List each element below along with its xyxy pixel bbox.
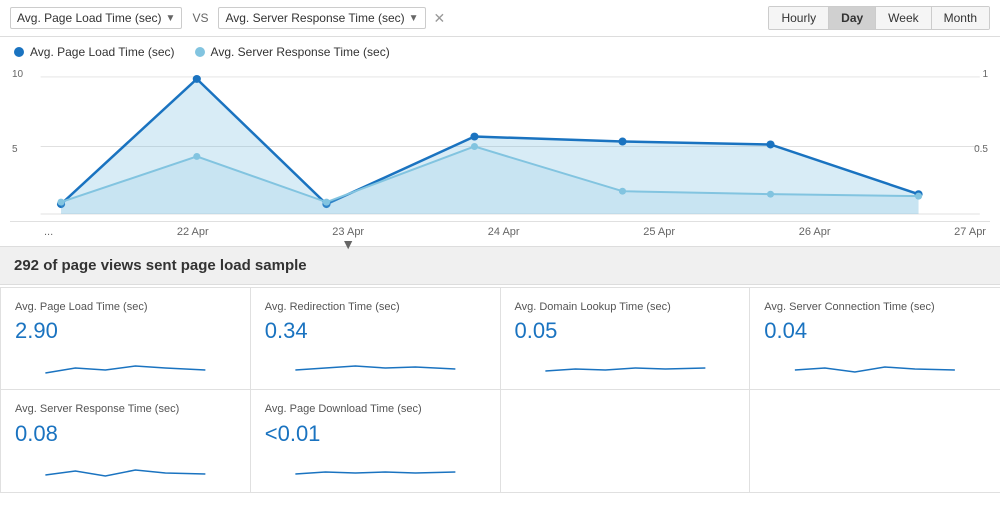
metric1-chevron-icon: ▼: [166, 13, 176, 24]
metric2-label: Avg. Server Response Time (sec): [225, 11, 404, 25]
vs-label: VS: [188, 11, 212, 25]
chart-svg: [10, 67, 990, 221]
metric-value-1: 0.34: [265, 318, 486, 344]
legend-label-page-load: Avg. Page Load Time (sec): [30, 45, 175, 59]
y-axis-left: 10 5: [12, 67, 23, 221]
metric-label-1: Avg. Redirection Time (sec): [265, 300, 486, 314]
chart-area: 10 5 1 0.5: [10, 67, 990, 222]
toolbar: Avg. Page Load Time (sec) ▼ VS Avg. Serv…: [0, 0, 1000, 37]
metric-label-3: Avg. Server Connection Time (sec): [764, 300, 986, 314]
metric2-select[interactable]: Avg. Server Response Time (sec) ▼: [218, 7, 425, 29]
metric-value-0: 2.90: [15, 318, 236, 344]
legend-dot-server-response: [195, 47, 205, 57]
metric-card-server-connection: Avg. Server Connection Time (sec) 0.04: [750, 288, 1000, 390]
metric1-select[interactable]: Avg. Page Load Time (sec) ▼: [10, 7, 182, 29]
x-label-24apr: 24 Apr: [488, 226, 520, 238]
x-label-23apr: 23 Apr ▼: [332, 226, 364, 238]
metric-card-page-load: Avg. Page Load Time (sec) 2.90: [1, 288, 251, 390]
metric-label-4: Avg. Server Response Time (sec): [15, 402, 236, 416]
metric-label-0: Avg. Page Load Time (sec): [15, 300, 236, 314]
metric-value-5: <0.01: [265, 421, 486, 447]
metric2-chevron-icon: ▼: [409, 13, 419, 24]
sparkline-domain-lookup: [515, 348, 736, 378]
metric-card-empty-2: [750, 390, 1000, 492]
sparkline-redirection: [265, 348, 486, 378]
metric-card-server-response: Avg. Server Response Time (sec) 0.08: [1, 390, 251, 492]
metric-value-2: 0.05: [515, 318, 736, 344]
time-period-selector: Hourly Day Week Month: [768, 6, 990, 30]
annotation-arrow-icon: ▼: [341, 236, 355, 252]
metric-card-domain-lookup: Avg. Domain Lookup Time (sec) 0.05: [501, 288, 751, 390]
day-button[interactable]: Day: [829, 7, 876, 29]
summary-bar: 292 of page views sent page load sample: [0, 246, 1000, 285]
metric-value-3: 0.04: [764, 318, 986, 344]
chart-wrapper: 10 5 1 0.5: [0, 67, 1000, 242]
legend-label-server-response: Avg. Server Response Time (sec): [211, 45, 390, 59]
x-label-26apr: 26 Apr: [799, 226, 831, 238]
metric-card-page-download: Avg. Page Download Time (sec) <0.01: [251, 390, 501, 492]
week-button[interactable]: Week: [876, 7, 931, 29]
x-label-25apr: 25 Apr: [643, 226, 675, 238]
metric-card-redirection: Avg. Redirection Time (sec) 0.34: [251, 288, 501, 390]
hourly-button[interactable]: Hourly: [769, 7, 829, 29]
metric-label-2: Avg. Domain Lookup Time (sec): [515, 300, 736, 314]
summary-text: 292 of page views sent page load sample: [14, 257, 307, 274]
y-axis-right: 1 0.5: [974, 67, 988, 221]
x-label-ellipsis: ...: [44, 226, 53, 238]
metric-value-4: 0.08: [15, 421, 236, 447]
sparkline-page-download: [265, 451, 486, 481]
close-metric2-button[interactable]: ✕: [434, 10, 446, 27]
sparkline-server-response: [15, 451, 236, 481]
sparkline-page-load: [15, 348, 236, 378]
legend-dot-page-load: [14, 47, 24, 57]
x-label-27apr: 27 Apr: [954, 226, 986, 238]
metric-card-empty-1: [501, 390, 751, 492]
legend-item-server-response: Avg. Server Response Time (sec): [195, 45, 390, 59]
x-label-22apr: 22 Apr: [177, 226, 209, 238]
sparkline-server-connection: [764, 348, 986, 378]
legend-item-page-load: Avg. Page Load Time (sec): [14, 45, 175, 59]
chart-legend: Avg. Page Load Time (sec) Avg. Server Re…: [0, 37, 1000, 67]
month-button[interactable]: Month: [932, 7, 989, 29]
metric-label-5: Avg. Page Download Time (sec): [265, 402, 486, 416]
metrics-grid: Avg. Page Load Time (sec) 2.90 Avg. Redi…: [0, 287, 1000, 493]
metric1-label: Avg. Page Load Time (sec): [17, 11, 162, 25]
x-axis-labels: ... 22 Apr 23 Apr ▼ 24 Apr 25 Apr 26 Apr…: [0, 222, 1000, 242]
